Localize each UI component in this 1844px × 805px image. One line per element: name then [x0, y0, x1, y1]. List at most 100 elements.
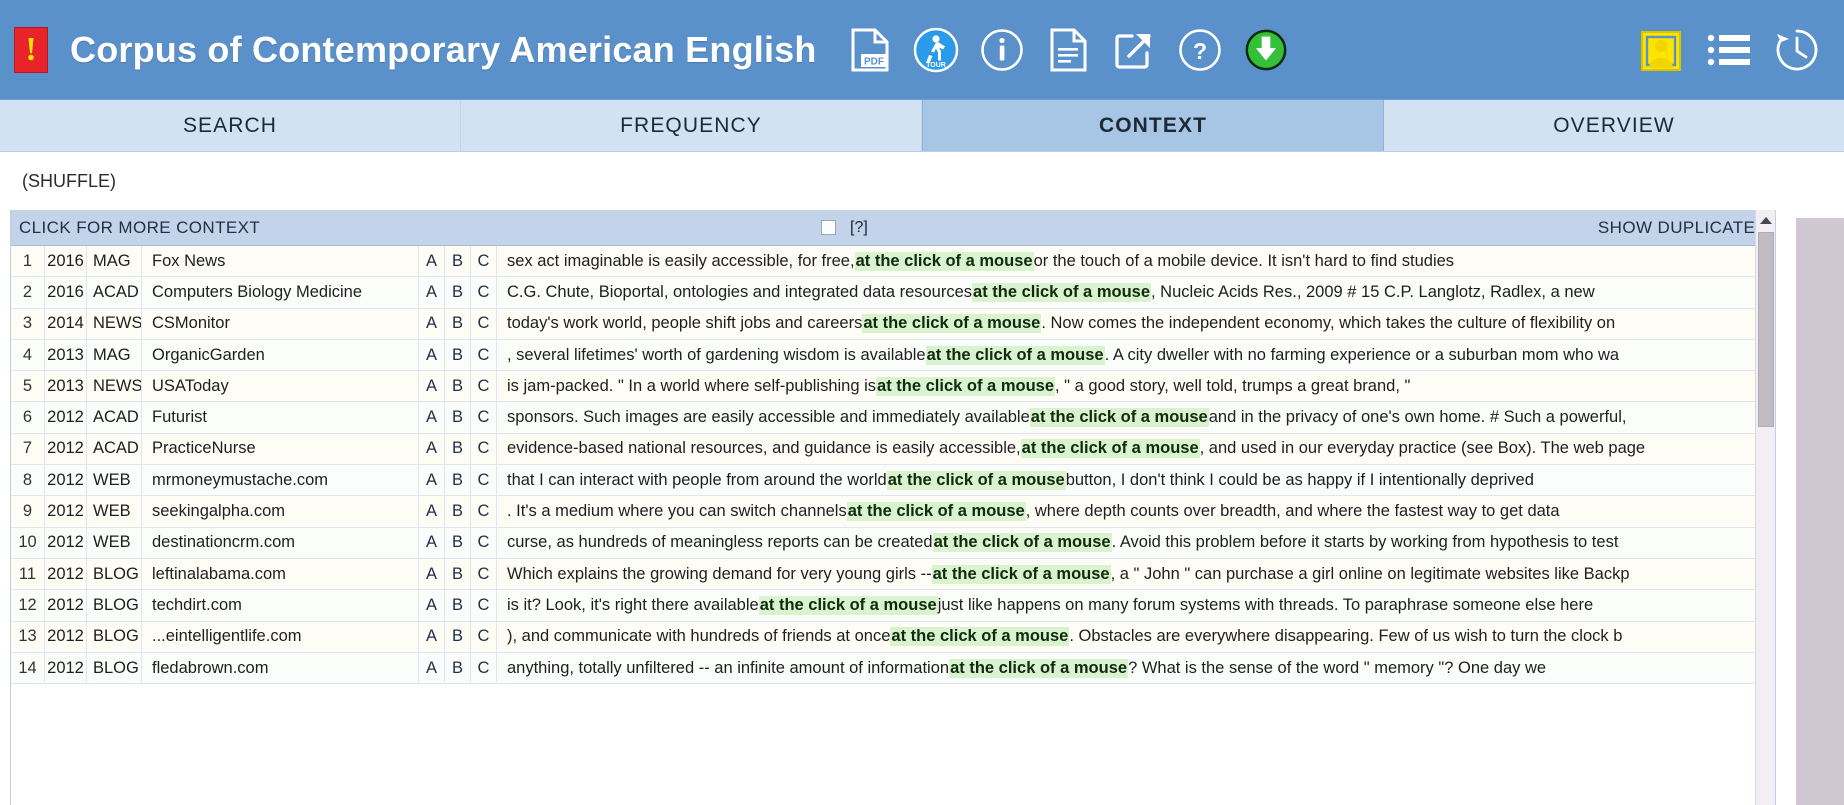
- row-action-b[interactable]: B: [445, 246, 471, 277]
- pdf-icon[interactable]: PDF: [847, 27, 893, 73]
- exclamation-icon[interactable]: !: [14, 26, 48, 73]
- table-row[interactable]: 12 2012 BLOG techdirt.com A B Cis it? Look, it…: [11, 590, 1775, 622]
- row-action-a[interactable]: A: [419, 246, 445, 277]
- row-action-c[interactable]: C: [471, 496, 497, 527]
- row-action-c[interactable]: C: [471, 246, 497, 277]
- row-genre: ACAD: [87, 277, 142, 308]
- download-icon[interactable]: [1243, 27, 1289, 73]
- keyword-highlight: at the click of a mouse: [931, 564, 1111, 584]
- row-action-a[interactable]: A: [419, 652, 445, 684]
- scrollbar-thumb[interactable]: [1758, 232, 1774, 427]
- table-row[interactable]: 2 2016 ACAD Computers Biology Medicine A B C C.…: [11, 277, 1775, 309]
- row-action-b[interactable]: B: [445, 308, 471, 339]
- help-question-icon[interactable]: [?]: [850, 219, 868, 237]
- table-row[interactable]: 6 2012 ACAD Futurist A B Csponsors. Such image…: [11, 402, 1775, 434]
- history-clock-icon[interactable]: [1774, 27, 1820, 73]
- share-external-icon[interactable]: [1111, 27, 1157, 73]
- table-row[interactable]: 4 2013 MAG OrganicGarden A B C, several lifeti…: [11, 339, 1775, 372]
- row-context-text[interactable]: that I can interact with people from aro…: [497, 465, 1775, 495]
- tab-overview[interactable]: OVERVIEW: [1384, 100, 1844, 151]
- table-row[interactable]: 11 2012 BLOG leftinalabama.com A B C Which expl…: [11, 558, 1775, 591]
- shuffle-button[interactable]: (SHUFFLE): [22, 171, 116, 192]
- table-row[interactable]: 7 2012 ACAD PracticeNurse A B Cevidence-based …: [11, 433, 1775, 466]
- row-action-a[interactable]: A: [419, 527, 445, 558]
- table-row[interactable]: 1 2016 MAG Fox News A B Csex act imaginable is…: [11, 246, 1775, 278]
- row-genre: ACAD: [87, 402, 142, 433]
- row-context-text[interactable]: is it? Look, it's right there available …: [497, 590, 1775, 620]
- row-year: 2013: [45, 371, 87, 402]
- row-action-b[interactable]: B: [445, 558, 471, 590]
- tour-icon[interactable]: TOUR: [913, 27, 959, 73]
- row-action-c[interactable]: C: [471, 371, 497, 402]
- row-context-text[interactable]: sex act imaginable is easily accessible,…: [497, 246, 1775, 276]
- tab-context[interactable]: CONTEXT: [922, 100, 1384, 151]
- row-action-c[interactable]: C: [471, 465, 497, 496]
- row-action-a[interactable]: A: [419, 308, 445, 339]
- table-row[interactable]: 9 2012 WEB seekingalpha.com A B C. It's a medi…: [11, 496, 1775, 528]
- row-action-a[interactable]: A: [419, 371, 445, 402]
- row-action-b[interactable]: B: [445, 402, 471, 433]
- table-row[interactable]: 14 2012 BLOG fledabrown.com A B Canything, tot…: [11, 652, 1775, 685]
- row-action-b[interactable]: B: [445, 433, 471, 465]
- row-context-text[interactable]: ), and communicate with hundreds of frie…: [497, 622, 1775, 652]
- click-for-more-context-label[interactable]: CLICK FOR MORE CONTEXT: [11, 218, 260, 238]
- row-action-c[interactable]: C: [471, 527, 497, 558]
- user-account-icon[interactable]: [1638, 27, 1684, 73]
- row-action-b[interactable]: B: [445, 590, 471, 621]
- row-action-b[interactable]: B: [445, 371, 471, 402]
- row-context-text[interactable]: C.G. Chute, Bioportal, ontologies and in…: [497, 277, 1775, 307]
- row-context-text[interactable]: evidence-based national resources, and g…: [497, 434, 1775, 464]
- row-action-a[interactable]: A: [419, 558, 445, 590]
- row-action-c[interactable]: C: [471, 652, 497, 684]
- document-icon[interactable]: [1045, 27, 1091, 73]
- table-row[interactable]: 3 2014 NEWS CSMonitor A B Ctoday's work world,…: [11, 308, 1775, 340]
- row-source: seekingalpha.com: [142, 496, 419, 527]
- row-context-text[interactable]: sponsors. Such images are easily accessi…: [497, 402, 1775, 432]
- results-vertical-scrollbar[interactable]: [1755, 210, 1775, 805]
- row-action-b[interactable]: B: [445, 652, 471, 684]
- row-action-a[interactable]: A: [419, 496, 445, 527]
- show-duplicates-checkbox[interactable]: [821, 220, 836, 235]
- row-action-c[interactable]: C: [471, 621, 497, 652]
- row-context-text[interactable]: . It's a medium where you can switch cha…: [497, 496, 1775, 526]
- info-icon[interactable]: [979, 27, 1025, 73]
- table-row[interactable]: 8 2012 WEB mrmoneymustache.com A B Cthat I can…: [11, 465, 1775, 497]
- results-area: CLICK FOR MORE CONTEXT [?] SHOW DUPLICAT…: [0, 210, 1844, 805]
- row-action-a[interactable]: A: [419, 621, 445, 652]
- row-index: 8: [11, 465, 45, 496]
- row-action-a[interactable]: A: [419, 465, 445, 496]
- tab-search[interactable]: SEARCH: [0, 100, 461, 151]
- row-action-b[interactable]: B: [445, 621, 471, 652]
- row-action-c[interactable]: C: [471, 590, 497, 621]
- row-action-c[interactable]: C: [471, 433, 497, 465]
- row-action-c[interactable]: C: [471, 558, 497, 590]
- row-context-text[interactable]: anything, totally unfiltered -- an infin…: [497, 653, 1775, 683]
- row-context-text[interactable]: is jam-packed. " In a world where self-p…: [497, 371, 1775, 401]
- list-icon[interactable]: [1706, 27, 1752, 73]
- row-action-c[interactable]: C: [471, 339, 497, 371]
- row-action-a[interactable]: A: [419, 277, 445, 308]
- table-row[interactable]: 13 2012 BLOG ...eintelligentlife.com A B C), a…: [11, 621, 1775, 653]
- row-action-b[interactable]: B: [445, 527, 471, 558]
- table-row[interactable]: 10 2012 WEB destinationcrm.com A B Ccurse, as …: [11, 527, 1775, 559]
- tab-frequency[interactable]: FREQUENCY: [461, 100, 922, 151]
- row-action-a[interactable]: A: [419, 433, 445, 465]
- row-action-a[interactable]: A: [419, 402, 445, 433]
- row-action-c[interactable]: C: [471, 308, 497, 339]
- row-context-text[interactable]: today's work world, people shift jobs an…: [497, 309, 1775, 339]
- table-row[interactable]: 5 2013 NEWS USAToday A B Cis jam-packed. " In …: [11, 371, 1775, 403]
- row-action-a[interactable]: A: [419, 339, 445, 371]
- row-action-c[interactable]: C: [471, 277, 497, 308]
- row-action-b[interactable]: B: [445, 277, 471, 308]
- row-action-b[interactable]: B: [445, 465, 471, 496]
- row-action-b[interactable]: B: [445, 496, 471, 527]
- row-action-a[interactable]: A: [419, 590, 445, 621]
- row-action-b[interactable]: B: [445, 339, 471, 371]
- scroll-up-button[interactable]: [1756, 210, 1775, 230]
- show-duplicates-label[interactable]: SHOW DUPLICATES: [1598, 218, 1767, 238]
- row-action-c[interactable]: C: [471, 402, 497, 433]
- row-context-text[interactable]: curse, as hundreds of meaningless report…: [497, 528, 1775, 558]
- help-icon[interactable]: ?: [1177, 27, 1223, 73]
- row-context-text[interactable]: Which explains the growing demand for ve…: [497, 559, 1775, 589]
- row-context-text[interactable]: , several lifetimes' worth of gardening …: [497, 340, 1775, 370]
